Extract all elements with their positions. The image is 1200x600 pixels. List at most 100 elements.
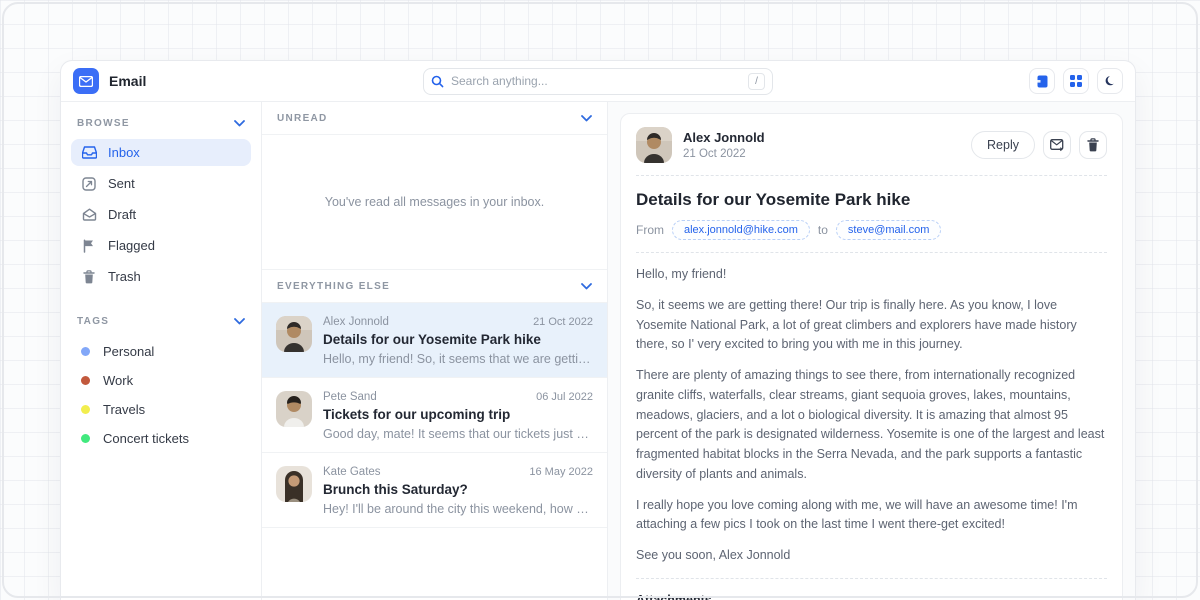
envelope-forward-icon bbox=[1050, 139, 1065, 152]
mail-sender: Alex Jonnold bbox=[323, 316, 389, 328]
draft-icon bbox=[81, 208, 97, 221]
chevron-down-icon[interactable] bbox=[581, 283, 592, 290]
sent-icon bbox=[81, 177, 97, 191]
sidebar-item-draft[interactable]: Draft bbox=[71, 201, 251, 228]
tag-item-concert-tickets[interactable]: Concert tickets bbox=[71, 424, 251, 453]
email-app-window: Email / BROWS bbox=[60, 60, 1136, 600]
mail-preview: Hello, my friend! So, it seems that we a… bbox=[323, 352, 593, 366]
mail-date: 06 Jul 2022 bbox=[536, 391, 593, 403]
mail-date: 21 Oct 2022 bbox=[533, 316, 593, 328]
mail-list-column: UNREAD You've read all messages in your … bbox=[262, 102, 608, 600]
tags-section-header[interactable]: TAGS bbox=[71, 312, 251, 337]
sidebar-item-label: Sent bbox=[108, 176, 135, 191]
mail-summary: Alex Jonnold 21 Oct 2022 Details for our… bbox=[323, 316, 593, 366]
addressbook-button[interactable] bbox=[1029, 68, 1055, 94]
email-paragraph: So, it seems we are getting there! Our t… bbox=[636, 296, 1107, 355]
attachments-heading: Attachments bbox=[636, 593, 1107, 600]
mail-preview: Hey! I'll be around the city this weeken… bbox=[323, 502, 593, 516]
tag-dot bbox=[81, 347, 90, 356]
unread-section-header[interactable]: UNREAD bbox=[262, 102, 607, 135]
unread-empty-message: You've read all messages in your inbox. bbox=[262, 135, 607, 270]
sidebar-item-label: Draft bbox=[108, 207, 136, 222]
search-icon bbox=[431, 75, 444, 88]
divider bbox=[636, 252, 1107, 253]
email-date: 21 Oct 2022 bbox=[683, 148, 960, 160]
email-paragraph: Hello, my friend! bbox=[636, 265, 1107, 285]
sidebar-item-label: Inbox bbox=[108, 145, 140, 160]
everything-else-section-header[interactable]: EVERYTHING ELSE bbox=[262, 270, 607, 303]
tag-label: Travels bbox=[103, 402, 145, 417]
trash-icon bbox=[81, 270, 97, 284]
email-actions: Reply bbox=[971, 131, 1107, 159]
forward-email-button[interactable] bbox=[1043, 131, 1071, 159]
from-label: From bbox=[636, 223, 664, 237]
email-paragraph: There are plenty of amazing things to se… bbox=[636, 366, 1107, 485]
avatar bbox=[276, 316, 312, 352]
browse-section-header[interactable]: BROWSE bbox=[71, 114, 251, 139]
tag-item-personal[interactable]: Personal bbox=[71, 337, 251, 366]
unread-label: UNREAD bbox=[277, 113, 328, 124]
email-body: Hello, my friend! So, it seems we are ge… bbox=[636, 265, 1107, 566]
reply-button[interactable]: Reply bbox=[971, 131, 1035, 159]
delete-email-button[interactable] bbox=[1079, 131, 1107, 159]
email-detail-card: Alex Jonnold 21 Oct 2022 Reply bbox=[620, 113, 1123, 600]
tag-label: Work bbox=[103, 373, 133, 388]
mail-sender: Kate Gates bbox=[323, 466, 381, 478]
sidebar-item-sent[interactable]: Sent bbox=[71, 170, 251, 197]
chevron-down-icon[interactable] bbox=[234, 318, 245, 325]
browse-label: BROWSE bbox=[77, 118, 130, 129]
search-shortcut-badge: / bbox=[748, 73, 765, 90]
mail-list-item[interactable]: Kate Gates 16 May 2022 Brunch this Satur… bbox=[262, 453, 607, 528]
mail-sender: Pete Sand bbox=[323, 391, 377, 403]
tag-dot bbox=[81, 405, 90, 414]
chevron-down-icon[interactable] bbox=[581, 115, 592, 122]
mail-subject: Details for our Yosemite Park hike bbox=[323, 332, 593, 347]
to-label: to bbox=[818, 223, 828, 237]
sidebar-item-label: Trash bbox=[108, 269, 141, 284]
reading-pane: Alex Jonnold 21 Oct 2022 Reply bbox=[608, 102, 1135, 600]
app-title: Email bbox=[109, 73, 146, 89]
to-email-chip[interactable]: steve@mail.com bbox=[836, 220, 941, 240]
tag-item-work[interactable]: Work bbox=[71, 366, 251, 395]
sender-name: Alex Jonnold bbox=[683, 130, 960, 145]
email-detail-header: Alex Jonnold 21 Oct 2022 Reply bbox=[636, 127, 1107, 163]
email-paragraph: I really hope you love coming along with… bbox=[636, 496, 1107, 536]
sidebar-item-inbox[interactable]: Inbox bbox=[71, 139, 251, 166]
flag-icon bbox=[81, 239, 97, 253]
brand: Email bbox=[73, 68, 263, 94]
mail-list-item[interactable]: Alex Jonnold 21 Oct 2022 Details for our… bbox=[262, 303, 607, 378]
trash-icon bbox=[1087, 138, 1099, 152]
sender-identity: Alex Jonnold 21 Oct 2022 bbox=[683, 130, 960, 160]
email-logo-icon bbox=[73, 68, 99, 94]
divider bbox=[636, 175, 1107, 176]
email-paragraph: See you soon, Alex Jonnold bbox=[636, 546, 1107, 566]
header-actions bbox=[933, 68, 1123, 94]
avatar bbox=[276, 466, 312, 502]
top-bar: Email / bbox=[61, 61, 1135, 102]
divider bbox=[636, 578, 1107, 579]
mail-subject: Brunch this Saturday? bbox=[323, 482, 593, 497]
search-zone: / bbox=[263, 68, 933, 95]
avatar bbox=[636, 127, 672, 163]
sidebar: BROWSE Inbox Sent bbox=[61, 102, 262, 600]
tag-label: Concert tickets bbox=[103, 431, 189, 446]
mail-summary: Kate Gates 16 May 2022 Brunch this Satur… bbox=[323, 466, 593, 516]
chevron-down-icon[interactable] bbox=[234, 120, 245, 127]
sidebar-item-flagged[interactable]: Flagged bbox=[71, 232, 251, 259]
from-email-chip[interactable]: alex.jonnold@hike.com bbox=[672, 220, 810, 240]
search-input[interactable] bbox=[451, 74, 741, 88]
mail-list-item[interactable]: Pete Sand 06 Jul 2022 Tickets for our up… bbox=[262, 378, 607, 453]
sidebar-item-label: Flagged bbox=[108, 238, 155, 253]
email-subject-title: Details for our Yosemite Park hike bbox=[636, 190, 1107, 210]
sidebar-item-trash[interactable]: Trash bbox=[71, 263, 251, 290]
apps-grid-button[interactable] bbox=[1063, 68, 1089, 94]
tag-label: Personal bbox=[103, 344, 154, 359]
dark-mode-toggle[interactable] bbox=[1097, 68, 1123, 94]
everything-else-label: EVERYTHING ELSE bbox=[277, 281, 390, 292]
mail-subject: Tickets for our upcoming trip bbox=[323, 407, 593, 422]
mail-summary: Pete Sand 06 Jul 2022 Tickets for our up… bbox=[323, 391, 593, 441]
search-bar[interactable]: / bbox=[423, 68, 773, 95]
mail-date: 16 May 2022 bbox=[529, 466, 593, 478]
tag-item-travels[interactable]: Travels bbox=[71, 395, 251, 424]
tags-label: TAGS bbox=[77, 316, 109, 327]
